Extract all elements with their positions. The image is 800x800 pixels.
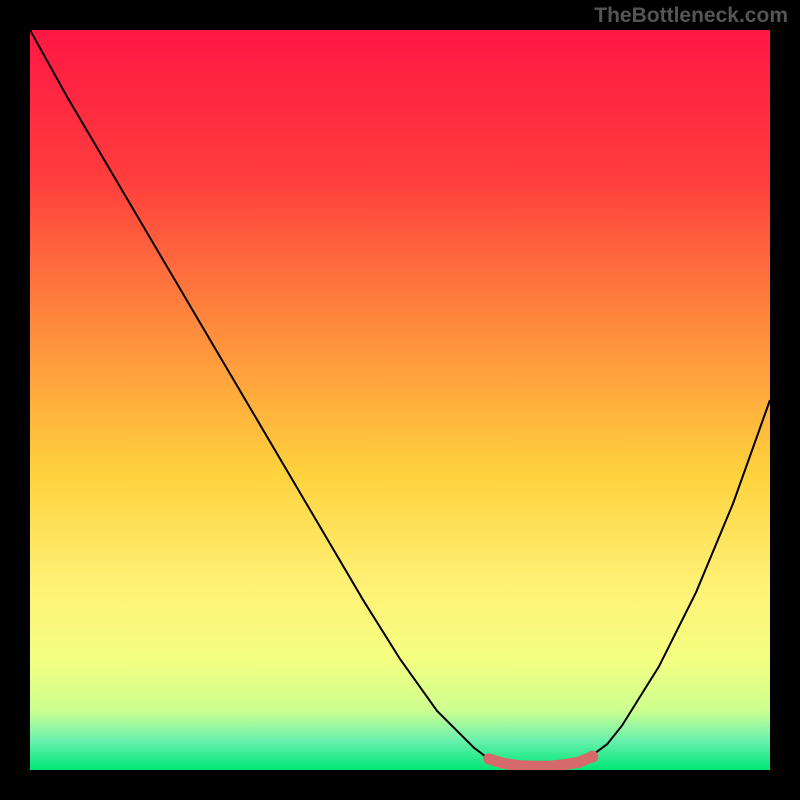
marker-end-dot xyxy=(586,751,598,763)
bottleneck-curve-chart xyxy=(30,30,770,770)
chart-plot-area xyxy=(30,30,770,770)
watermark-text: TheBottleneck.com xyxy=(594,4,788,28)
